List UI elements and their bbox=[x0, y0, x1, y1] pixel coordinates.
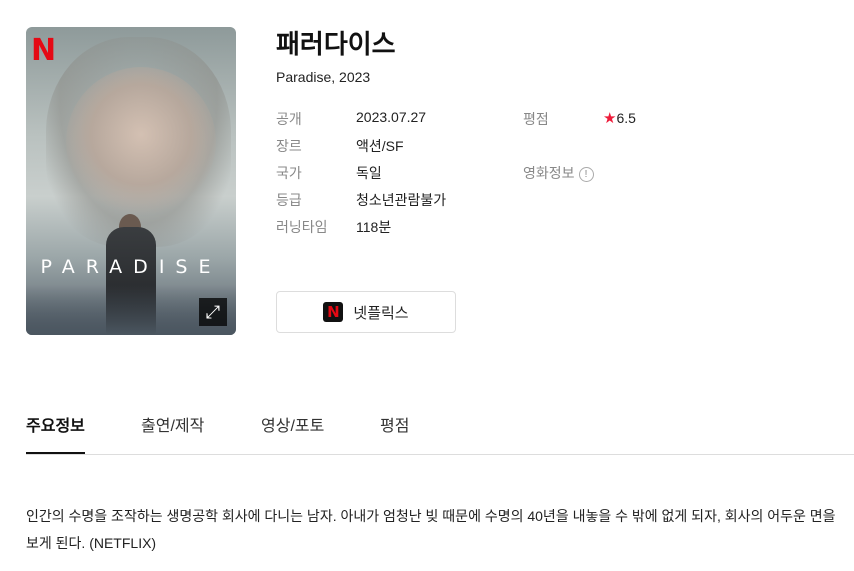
tab-video-photo[interactable]: 영상/포토 bbox=[261, 412, 324, 454]
expand-icon[interactable]: ⤢ bbox=[199, 298, 227, 326]
tab-cast-crew[interactable]: 출연/제작 bbox=[141, 412, 204, 454]
score-label: 평점 bbox=[523, 111, 549, 127]
rating-value: 청소년관람불가 bbox=[356, 192, 447, 208]
info-icon[interactable]: ! bbox=[578, 166, 594, 182]
score-value: ★6.5 bbox=[603, 110, 636, 127]
synopsis: 인간의 수명을 조작하는 생명공학 회사에 다니는 남자. 아내가 엄청난 빚 … bbox=[26, 508, 836, 551]
movie-meta: 공개 2023.07.27 평점 ★6.5 장르 액션/SF 국가 독일 영화정… bbox=[276, 109, 836, 259]
release-label: 공개 bbox=[276, 111, 302, 127]
movie-info-link[interactable]: 영화정보! bbox=[523, 163, 594, 183]
rating-label: 등급 bbox=[276, 192, 302, 208]
netflix-icon: N bbox=[323, 302, 344, 322]
poster-face bbox=[66, 67, 216, 217]
country-label: 국가 bbox=[276, 165, 302, 181]
genre-value: 액션/SF bbox=[356, 138, 404, 154]
tab-bar: 주요정보 출연/제작 영상/포토 평점 bbox=[26, 408, 854, 455]
runtime-value: 118분 bbox=[356, 219, 392, 235]
watch-label: 넷플릭스 bbox=[353, 304, 409, 322]
netflix-logo: N bbox=[31, 33, 57, 68]
country-value: 독일 bbox=[356, 165, 382, 181]
genre-label: 장르 bbox=[276, 138, 302, 154]
star-icon: ★ bbox=[603, 110, 617, 127]
poster-title: PARADISE bbox=[40, 256, 222, 278]
runtime-label: 러닝타임 bbox=[276, 219, 328, 235]
netflix-watch-button[interactable]: N 넷플릭스 bbox=[276, 291, 456, 333]
tab-reviews[interactable]: 평점 bbox=[380, 412, 409, 454]
movie-poster[interactable]: N PARADISE ⤢ bbox=[26, 27, 236, 335]
tab-main-info[interactable]: 주요정보 bbox=[26, 412, 85, 454]
release-value: 2023.07.27 bbox=[356, 109, 427, 125]
original-title: Paradise, 2023 bbox=[276, 69, 371, 85]
page-title: 패러다이스 bbox=[276, 29, 396, 59]
